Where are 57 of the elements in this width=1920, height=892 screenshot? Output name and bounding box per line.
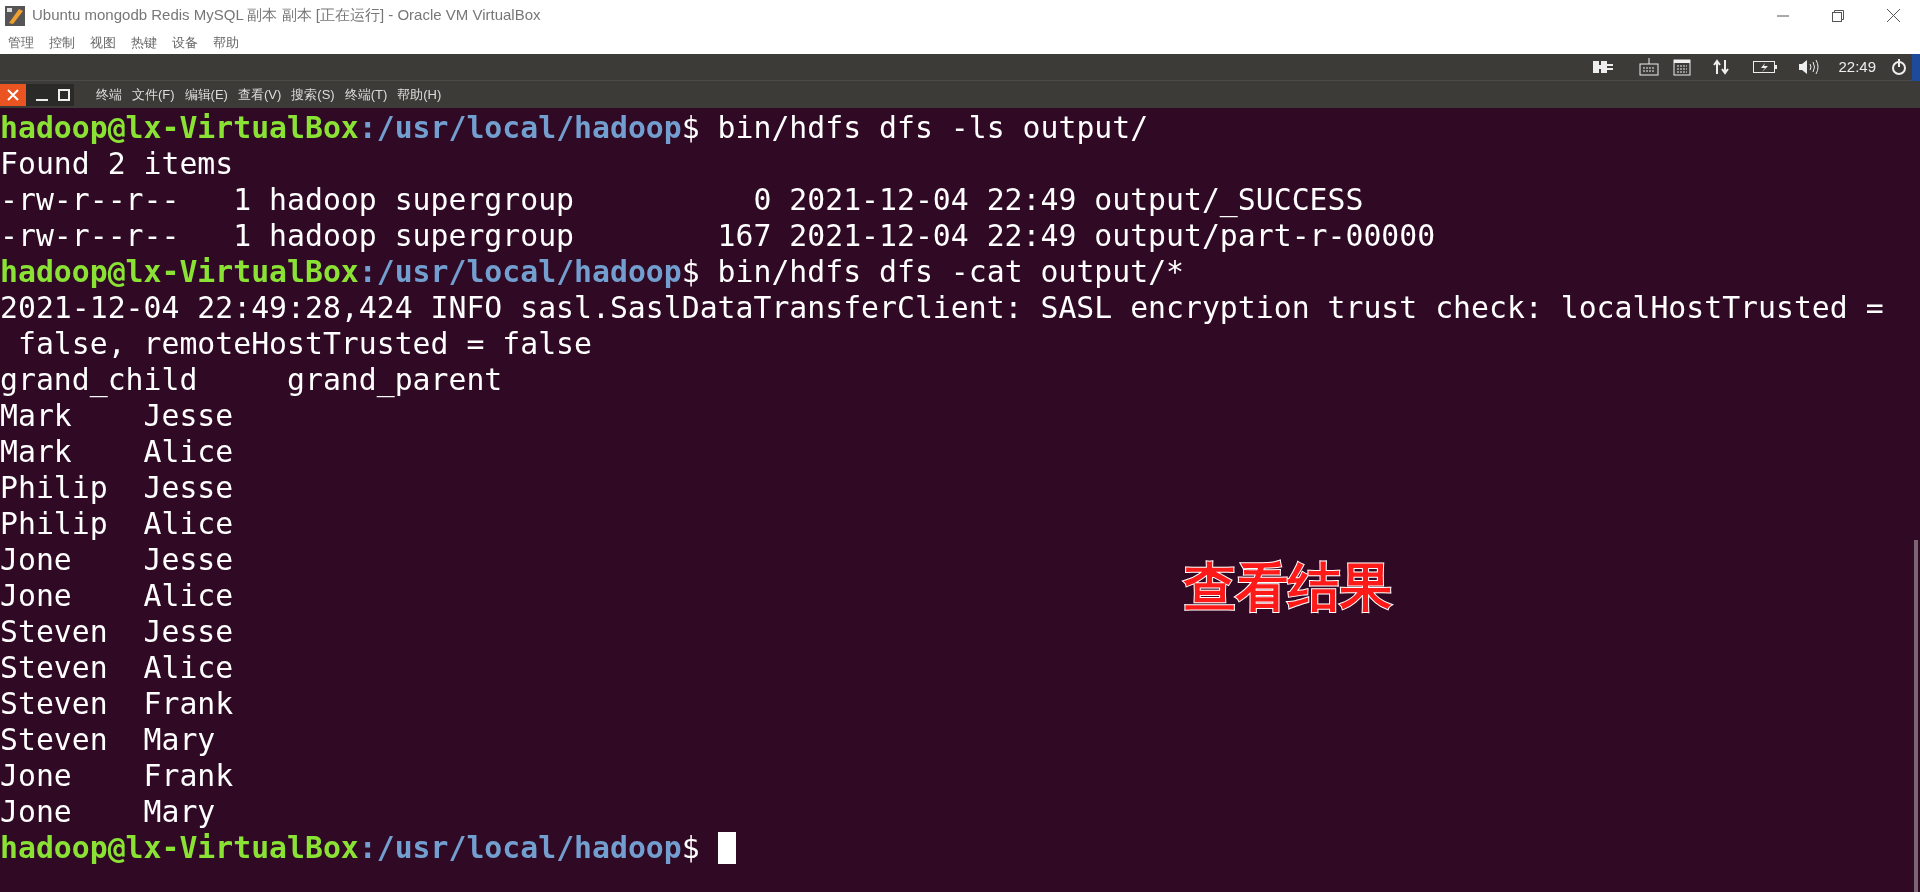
output-line: -rw-r--r-- 1 hadoop supergroup 167 2021-12-04 22:49 output/part-r-00000	[0, 218, 1436, 254]
menu-item[interactable]: 查看(V)	[237, 84, 282, 105]
output-line: Mark Alice	[0, 434, 234, 470]
output-line: Jone Frank	[0, 758, 234, 794]
command-text: $ bin/hdfs dfs -cat output/*	[681, 254, 1185, 290]
scrollbar-thumb[interactable]	[1914, 540, 1918, 892]
keyboard-icon[interactable]	[1639, 58, 1660, 76]
output-line: Mark Jesse	[0, 398, 234, 434]
menu-item[interactable]: 终端(T)	[344, 84, 388, 105]
menu-item[interactable]: 视图	[90, 32, 116, 53]
menu-item[interactable]: 终端	[96, 84, 122, 105]
prompt-user: hadoop@lx-VirtualBox	[0, 830, 359, 866]
output-line: Steven Frank	[0, 686, 234, 722]
menu-item[interactable]: 搜索(S)	[291, 84, 335, 105]
menu-item[interactable]: 热键	[131, 32, 157, 53]
output-line: grand_child grand_parent	[0, 362, 503, 398]
output-line: Steven Alice	[0, 650, 234, 686]
desktop-edge	[1912, 53, 1920, 81]
output-line: Jone Mary	[0, 794, 216, 830]
output-line: Jone Jesse	[0, 542, 234, 578]
prompt-user: hadoop@lx-VirtualBox	[0, 254, 359, 290]
output-line: false, remoteHostTrusted = false	[16, 326, 592, 362]
output-line: 2021-12-04 22:49:28,424 INFO sasl.SaslDataTransferClient: SASL encryption trust check: localHostTrusted =	[0, 290, 1884, 326]
prompt-user: hadoop@lx-VirtualBox	[0, 110, 359, 146]
transfer-icon[interactable]	[1713, 59, 1730, 75]
maximize-icon[interactable]	[58, 88, 70, 101]
command-text: $	[681, 830, 701, 866]
menu-item[interactable]: 编辑(E)	[184, 84, 228, 105]
volume-icon[interactable]	[1798, 59, 1821, 75]
close-icon[interactable]	[1887, 9, 1900, 22]
power-icon[interactable]	[1890, 58, 1908, 76]
annotation-label: 查看结果	[1184, 557, 1392, 618]
network-icon[interactable]	[1593, 60, 1614, 74]
menu-item[interactable]: 文件(F)	[132, 84, 175, 105]
menu-item[interactable]: 帮助	[213, 32, 239, 53]
prompt-path: :/usr/local/hadoop	[358, 110, 682, 146]
output-line: Steven Jesse	[0, 614, 234, 650]
window-title: Ubuntu mongodb Redis MySQL 副本 副本 [正在运行] - Oracle VM VirtualBox	[32, 5, 541, 26]
output-line: Philip Jesse	[0, 470, 234, 506]
app-icon	[4, 4, 26, 27]
menu-item[interactable]: 管理	[8, 32, 34, 53]
output-line: Found 2 items	[0, 146, 234, 182]
output-line: Jone Alice	[0, 578, 234, 614]
menu-item[interactable]: 控制	[49, 32, 75, 53]
output-line: Philip Alice	[0, 506, 234, 542]
prompt-path: :/usr/local/hadoop	[358, 254, 682, 290]
battery-icon[interactable]	[1753, 60, 1778, 74]
prompt-path: :/usr/local/hadoop	[358, 830, 682, 866]
restore-icon[interactable]	[1832, 9, 1844, 22]
clock[interactable]: 22:49	[1838, 55, 1876, 79]
output-line: Steven Mary	[0, 722, 216, 758]
output-line: -rw-r--r-- 1 hadoop supergroup 0 2021-12-04 22:49 output/_SUCCESS	[0, 182, 1364, 218]
menu-item[interactable]: 设备	[172, 32, 198, 53]
calendar-icon[interactable]	[1673, 58, 1692, 76]
menu-item[interactable]: 帮助(H)	[397, 84, 442, 105]
close-icon[interactable]	[0, 83, 26, 106]
command-text: $ bin/hdfs dfs -ls output/	[681, 110, 1149, 146]
